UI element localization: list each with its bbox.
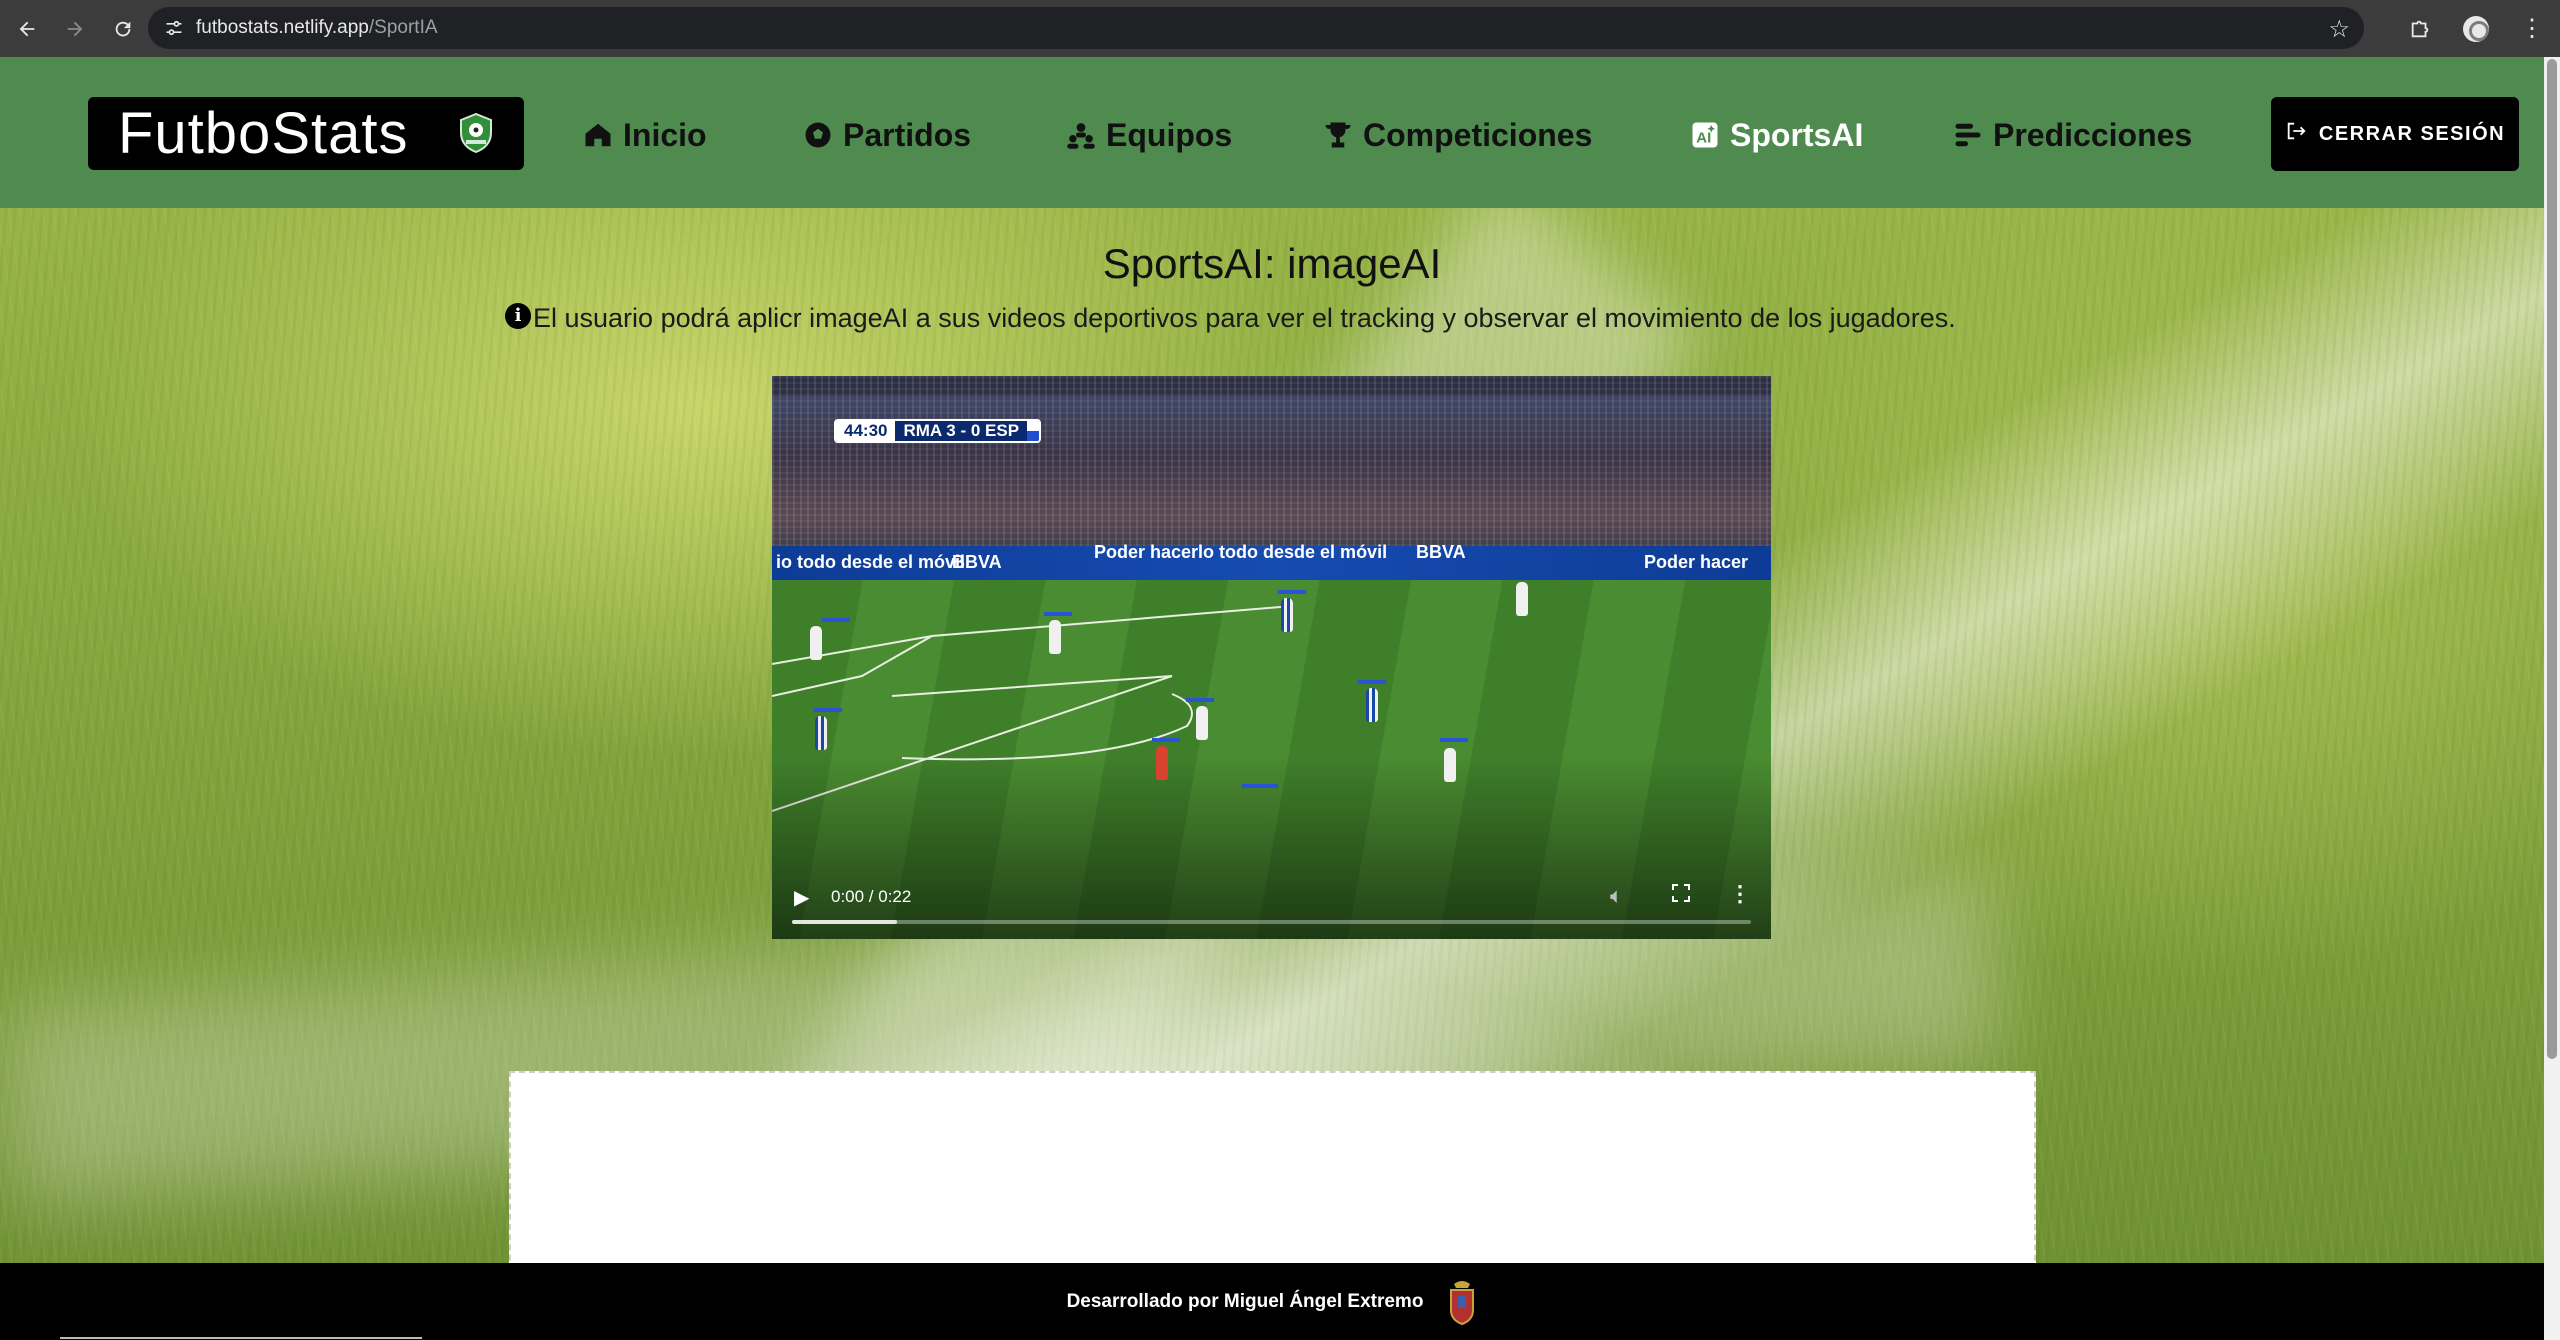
video-player[interactable]: io todo desde el móvil BBVA Poder hacerl…: [772, 376, 1771, 939]
tracking-tag: [1186, 698, 1214, 702]
soccer-ball-icon: [803, 120, 833, 150]
brand-logo-icon: [460, 113, 492, 153]
nav-item-competiciones[interactable]: Competiciones: [1323, 115, 1592, 155]
puzzle-icon: [2411, 20, 2429, 37]
nav-item-equipos[interactable]: Equipos: [1066, 115, 1232, 155]
url-host: futbostats.netlify.app: [196, 17, 369, 38]
browser-actions: ⋮: [2392, 0, 2560, 57]
fullscreen-icon[interactable]: [1671, 883, 1691, 903]
scorebug-score: RMA 3 - 0 ESP: [895, 421, 1028, 441]
video-time: 0:00 / 0:22: [831, 887, 912, 906]
ad-text: Poder hacer: [1644, 552, 1749, 572]
nav-label: Inicio: [623, 116, 707, 153]
upload-dropzone[interactable]: [509, 1071, 2036, 1281]
ad-board: io todo desde el móvil BBVA Poder hacerl…: [772, 542, 1771, 580]
video-progress[interactable]: [792, 920, 1751, 924]
reload-button[interactable]: [102, 8, 144, 50]
intro-text: El usuario podrá aplicr imageAI a sus vi…: [533, 303, 1956, 333]
nav-label: Equipos: [1106, 116, 1233, 153]
ad-text: io todo desde el móvil: [776, 552, 966, 572]
ad-text: Poder hacerlo todo desde el móvil: [1094, 542, 1388, 562]
video-controls: ▶ 0:00 / 0:22 🔈︎ ⋮: [772, 869, 1771, 939]
ad-text: BBVA: [1416, 542, 1466, 562]
tracking-tag: [1152, 738, 1180, 742]
ad-text: BBVA: [952, 552, 1002, 572]
player: [1196, 706, 1208, 740]
tune-icon[interactable]: [162, 16, 186, 40]
volume-icon[interactable]: 🔈︎: [1610, 883, 1623, 909]
scorebug: 44:30 RMA 3 - 0 ESP: [834, 419, 1042, 443]
kebab-icon[interactable]: ⋮: [1729, 881, 1751, 907]
nav-item-predicciones[interactable]: Predicciones: [1953, 115, 2192, 155]
brand-name: FutboStats: [118, 101, 409, 166]
star-icon[interactable]: ☆: [2328, 15, 2350, 44]
back-button[interactable]: [6, 8, 48, 50]
url-path: /SportIA: [368, 17, 438, 38]
scorebug-clock: 44:30: [836, 421, 896, 441]
tracking-tag: [1358, 680, 1386, 684]
avatar-icon: [2463, 15, 2489, 42]
logout-button[interactable]: CERRAR SESIÓN: [2271, 97, 2519, 171]
footer: Desarrollado por Miguel Ángel Extremo: [0, 1263, 2544, 1340]
player: [810, 626, 822, 660]
footer-text: Desarrollado por Miguel Ángel Extremo: [1066, 1290, 1424, 1312]
extensions-button[interactable]: [2392, 8, 2448, 50]
tracking-tag: [814, 708, 842, 712]
brand[interactable]: FutboStats: [88, 97, 524, 170]
player: [1281, 598, 1293, 632]
tracking-tag: [1440, 738, 1468, 742]
nav-label: Partidos: [843, 116, 972, 153]
video-buffer-bar: [792, 920, 898, 924]
page-scrollbar[interactable]: [2544, 57, 2560, 1340]
url-text: futbostats.netlify.app/SportIA: [196, 17, 438, 39]
kebab-icon[interactable]: ⋮: [2504, 8, 2560, 50]
logout-label: CERRAR SESIÓN: [2318, 122, 2506, 145]
play-icon[interactable]: ▶: [794, 885, 809, 910]
scrollbar-thumb[interactable]: [2547, 59, 2557, 1059]
nav-label: SportsAI: [1730, 116, 1864, 153]
tracking-tag: [1278, 590, 1306, 594]
svg-text:AI: AI: [1696, 130, 1711, 147]
nav-item-partidos[interactable]: Partidos: [803, 115, 971, 155]
intro: i El usuario podrá aplicr imageAI a sus …: [505, 302, 1956, 334]
player: [815, 716, 827, 750]
site-header: FutboStats Inicio Partidos Equipos Compe…: [0, 57, 2544, 208]
tracking-tag: [1242, 784, 1278, 788]
tracking-tag: [1044, 612, 1072, 616]
tracking-tag: [822, 618, 850, 622]
team-icon: [1066, 120, 1096, 150]
forward-button[interactable]: [54, 8, 96, 50]
address-bar[interactable]: futbostats.netlify.app/SportIA ☆: [148, 7, 2364, 49]
trophy-icon: [1323, 120, 1353, 150]
nav-label: Predicciones: [1993, 116, 2193, 153]
flag-icon: [1027, 421, 1040, 441]
player: [1444, 748, 1456, 782]
player: [1366, 688, 1378, 722]
reload-icon: [115, 21, 131, 36]
player: [1049, 620, 1061, 654]
ai-icon: AI: [1690, 120, 1720, 150]
nav-label: Competiciones: [1363, 116, 1593, 153]
arrow-left-icon: [19, 21, 35, 36]
bars-icon: [1953, 120, 1983, 150]
player-referee: [1156, 746, 1168, 780]
page-title: SportsAI: imageAI: [1102, 240, 1442, 287]
page: FutboStats Inicio Partidos Equipos Compe…: [0, 57, 2544, 1340]
nav-item-sportsai[interactable]: AI SportsAI: [1690, 115, 1863, 155]
arrow-right-icon: [67, 21, 83, 36]
profile-button[interactable]: [2448, 8, 2504, 50]
info-icon: i: [505, 302, 531, 329]
crest-icon: [1450, 1280, 1475, 1325]
logout-icon: [2285, 120, 2307, 148]
home-icon: [583, 120, 613, 150]
browser-toolbar: futbostats.netlify.app/SportIA ☆ ⋮: [0, 0, 2560, 57]
nav-item-inicio[interactable]: Inicio: [583, 115, 707, 155]
player: [1516, 582, 1528, 616]
